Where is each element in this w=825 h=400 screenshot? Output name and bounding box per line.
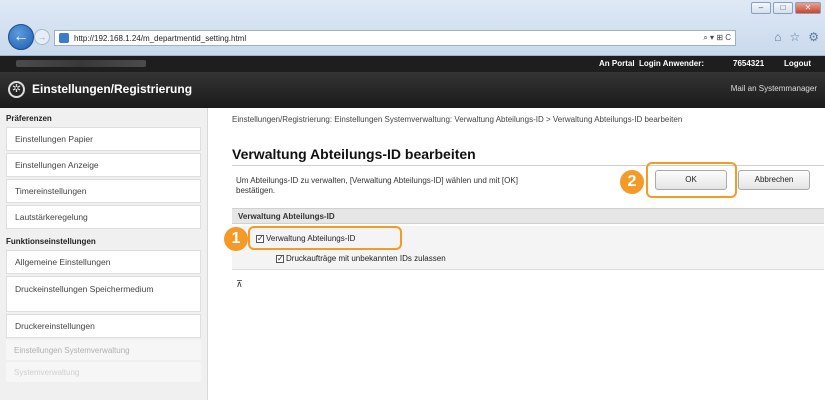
- sidebar-item-paper-settings[interactable]: Einstellungen Papier: [6, 127, 201, 151]
- sidebar-heading-system-management: Einstellungen Systemverwaltung: [6, 340, 201, 360]
- sidebar: Präferenzen Einstellungen Papier Einstel…: [0, 108, 208, 400]
- login-user-label: Login Anwender:: [639, 59, 705, 68]
- top-bar: An Portal Login Anwender: 7654321 Logout: [0, 56, 825, 72]
- sidebar-item-system-management[interactable]: Systemverwaltung: [6, 362, 201, 382]
- address-bar[interactable]: http://192.168.1.24/m_departmentid_setti…: [54, 30, 736, 46]
- url-text[interactable]: http://192.168.1.24/m_departmentid_setti…: [74, 34, 246, 43]
- gear-icon: ✲: [8, 81, 25, 98]
- window-controls: – □ ✕: [751, 2, 821, 14]
- browser-toolbar-icons: ⌂ ☆ ⚙: [774, 30, 819, 44]
- login-user-value: 7654321: [733, 59, 765, 68]
- favorites-star-icon[interactable]: ☆: [789, 30, 800, 44]
- description-line-2: bestätigen.: [236, 186, 276, 195]
- scroll-top-icon[interactable]: ⊼: [236, 279, 243, 290]
- address-bar-icons[interactable]: ⌕ ▾ ⊞ C: [703, 33, 731, 43]
- step-badge-1: 1: [224, 227, 248, 251]
- allow-unknown-ids-checkbox[interactable]: ✓: [276, 254, 284, 263]
- sidebar-item-print-storage-media[interactable]: Druckeinstellungen Speichermedium: [6, 276, 201, 312]
- breadcrumb: Einstellungen/Registrierung: Einstellung…: [232, 115, 683, 124]
- allow-unknown-ids-label: Druckaufträge mit unbekannten IDs zulass…: [286, 254, 446, 263]
- logout-link[interactable]: Logout: [784, 59, 811, 68]
- forward-arrow-icon[interactable]: →: [34, 29, 50, 45]
- cancel-button[interactable]: Abbrechen: [738, 170, 810, 190]
- step-badge-2: 2: [620, 170, 644, 194]
- sidebar-item-printer-settings[interactable]: Druckereinstellungen: [6, 314, 201, 338]
- sidebar-item-general-settings[interactable]: Allgemeine Einstellungen: [6, 250, 201, 274]
- page-section-title: Einstellungen/Registrierung: [32, 82, 193, 96]
- title-bar: ✲ Einstellungen/Registrierung Mail an Sy…: [0, 72, 825, 108]
- sidebar-item-display-settings[interactable]: Einstellungen Anzeige: [6, 153, 201, 177]
- page-favicon-icon: [59, 33, 69, 43]
- mail-to-sysmanager-link[interactable]: Mail an Systemmanager: [731, 84, 817, 93]
- page-title: Verwaltung Abteilungs-ID bearbeiten: [232, 146, 476, 162]
- sidebar-heading-preferences: Präferenzen: [6, 114, 52, 123]
- highlight-frame-1: [248, 226, 402, 250]
- minimize-button[interactable]: –: [751, 2, 771, 14]
- highlight-frame-2: [646, 162, 737, 198]
- browser-chrome: – □ ✕ ← → http://192.168.1.24/m_departme…: [0, 0, 825, 56]
- portal-link[interactable]: An Portal: [599, 59, 635, 68]
- section-header-department-id: Verwaltung Abteilungs-ID: [232, 208, 824, 224]
- maximize-button[interactable]: □: [773, 2, 793, 14]
- allow-unknown-ids-option[interactable]: ✓ Druckaufträge mit unbekannten IDs zula…: [276, 254, 446, 263]
- brand-logo: [16, 60, 146, 67]
- close-button[interactable]: ✕: [795, 2, 821, 14]
- settings-gear-icon[interactable]: ⚙: [808, 30, 819, 44]
- sidebar-item-volume-settings[interactable]: Lautstärkeregelung: [6, 205, 201, 229]
- description-line-1: Um Abteilungs-ID zu verwalten, [Verwaltu…: [236, 176, 518, 185]
- sidebar-heading-function-settings: Funktionseinstellungen: [6, 237, 96, 246]
- back-arrow-icon[interactable]: ←: [8, 24, 34, 50]
- home-icon[interactable]: ⌂: [774, 30, 781, 44]
- sidebar-item-timer-settings[interactable]: Timereinstellungen: [6, 179, 201, 203]
